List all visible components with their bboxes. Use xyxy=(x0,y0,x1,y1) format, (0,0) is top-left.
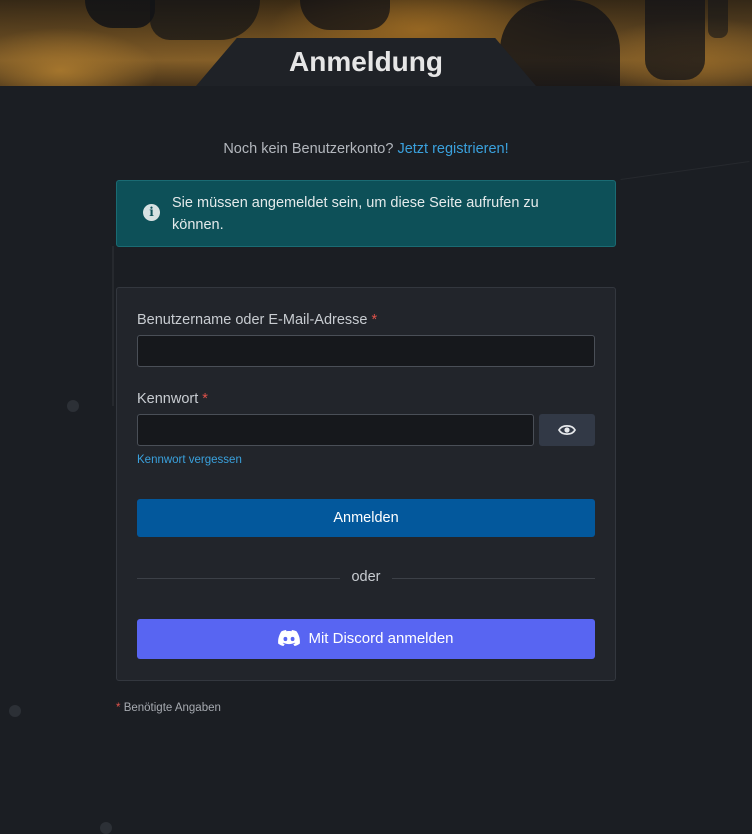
login-form: Benutzername oder E-Mail-Adresse * Kennw… xyxy=(116,287,616,681)
required-marker: * xyxy=(202,391,208,407)
alert-message: Sie müssen angemeldet sein, um diese Sei… xyxy=(172,195,539,233)
register-prompt-text: Noch kein Benutzerkonto? xyxy=(223,141,394,157)
background-decoration xyxy=(112,246,114,406)
required-note-text: Benötigte Angaben xyxy=(123,702,221,714)
background-decoration xyxy=(620,160,750,181)
register-prompt: Noch kein Benutzerkonto? Jetzt registrie… xyxy=(0,141,732,157)
show-password-button[interactable] xyxy=(539,414,595,446)
background-dot xyxy=(9,705,21,717)
divider-text: oder xyxy=(351,569,381,585)
background-dot xyxy=(100,822,112,834)
divider-line-right xyxy=(392,578,595,579)
password-label: Kennwort * xyxy=(137,391,208,407)
page-title: Anmeldung xyxy=(289,46,443,77)
discord-icon xyxy=(278,629,301,646)
username-input[interactable] xyxy=(137,335,595,367)
background-dot xyxy=(67,400,79,412)
required-marker: * xyxy=(371,312,378,328)
register-link[interactable]: Jetzt registrieren! xyxy=(397,141,508,157)
info-alert: i Sie müssen angemeldet sein, um diese S… xyxy=(116,180,616,247)
username-label-text: Benutzername oder E-Mail-Adresse xyxy=(137,312,368,328)
required-marker: * xyxy=(116,702,121,714)
password-label-text: Kennwort xyxy=(137,391,199,407)
username-label: Benutzername oder E-Mail-Adresse * xyxy=(137,312,377,328)
required-fields-note: * Benötigte Angaben xyxy=(116,702,221,714)
discord-login-button[interactable]: Mit Discord anmelden xyxy=(137,619,595,659)
forgot-password-link[interactable]: Kennwort vergessen xyxy=(137,454,242,466)
password-input[interactable] xyxy=(137,414,534,446)
info-icon: i xyxy=(143,204,160,221)
login-button[interactable]: Anmelden xyxy=(137,499,595,537)
discord-button-label: Mit Discord anmelden xyxy=(308,630,454,647)
eye-icon xyxy=(558,424,576,436)
